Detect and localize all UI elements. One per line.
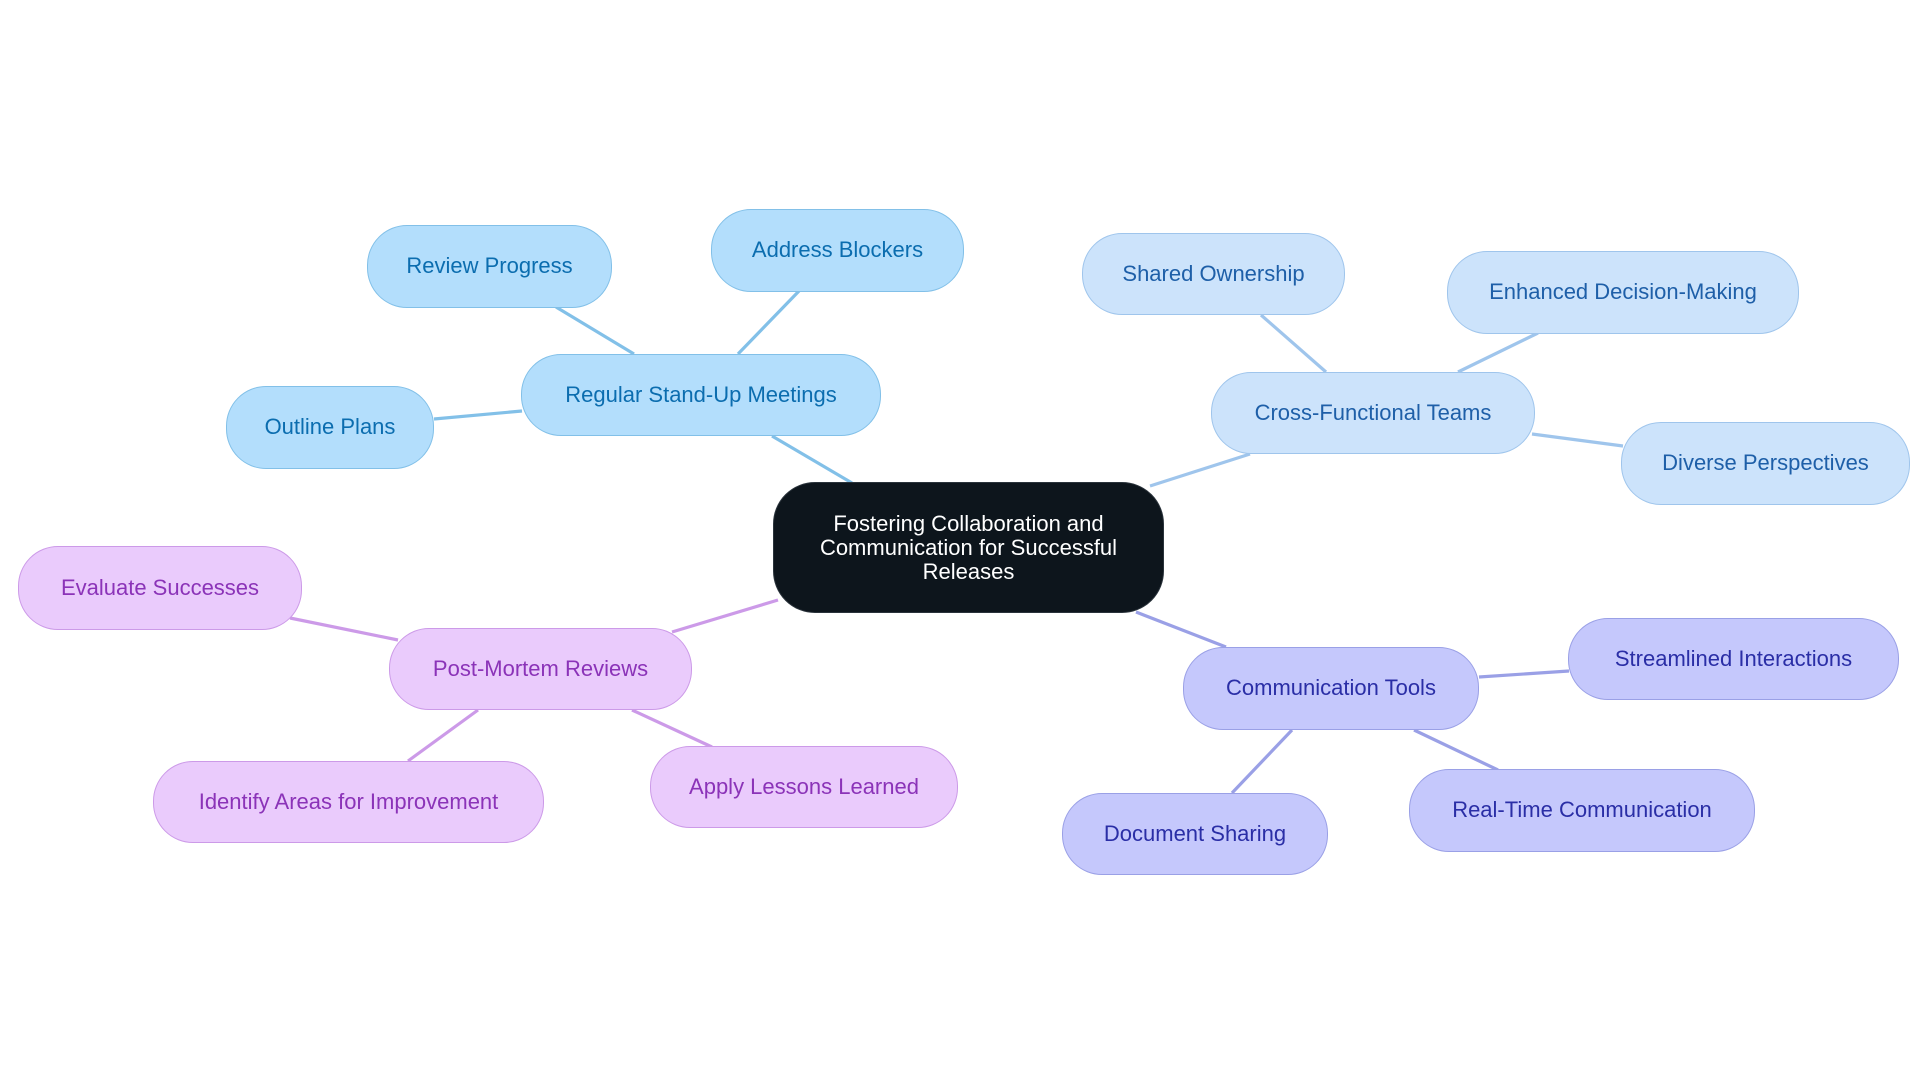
leaf-node-enhanced-decision-making[interactable]: Enhanced Decision-Making [1447,251,1799,334]
branch-node-communication-tools[interactable]: Communication Tools [1183,647,1479,730]
leaf-node-diverse-perspectives[interactable]: Diverse Perspectives [1621,422,1910,505]
leaf-label: Document Sharing [1103,820,1287,846]
leaf-label: Review Progress [406,253,573,279]
branch-label: Communication Tools [1226,675,1436,701]
leaf-label: Evaluate Successes [60,574,260,600]
edge-post-identify-areas [407,708,479,763]
edge-post-evaluate-successes [289,616,399,642]
edge-comm-streamlined [1478,669,1570,679]
branch-label: Cross-Functional Teams [1254,399,1492,425]
leaf-node-streamlined-interactions[interactable]: Streamlined Interactions [1568,618,1899,700]
edge-comm-document-sharing [1230,728,1294,795]
branch-node-standup[interactable]: Regular Stand-Up Meetings [521,354,881,436]
edge-cross-diverse-perspectives [1531,432,1624,448]
leaf-node-shared-ownership[interactable]: Shared Ownership [1082,233,1345,315]
leaf-label: Address Blockers [751,237,924,263]
edge-standup-address-blockers [736,289,801,356]
leaf-label: Outline Plans [264,414,396,440]
edge-standup-outline-plans [433,409,523,421]
edge-cross-enhanced-decision [1457,331,1539,374]
leaf-label: Streamlined Interactions [1614,645,1853,671]
edge-cross-shared-ownership [1259,313,1328,374]
branch-node-post-mortem[interactable]: Post-Mortem Reviews [389,628,692,710]
leaf-label: Apply Lessons Learned [689,773,919,799]
leaf-node-outline-plans[interactable]: Outline Plans [226,386,434,469]
edge-root-post [671,598,779,634]
edge-comm-real-time [1413,728,1499,772]
leaf-label: Diverse Perspectives [1662,450,1869,476]
branch-label: Post-Mortem Reviews [432,655,649,681]
leaf-node-apply-lessons[interactable]: Apply Lessons Learned [650,746,958,828]
leaf-label: Enhanced Decision-Making [1489,279,1757,305]
leaf-node-identify-areas[interactable]: Identify Areas for Improvement [153,761,544,843]
branch-node-cross-functional[interactable]: Cross-Functional Teams [1211,372,1535,454]
leaf-label: Identify Areas for Improvement [198,788,499,814]
leaf-label: Real-Time Communication [1452,797,1712,823]
leaf-node-real-time-communication[interactable]: Real-Time Communication [1409,769,1755,852]
edge-root-standup [771,434,853,485]
leaf-node-review-progress[interactable]: Review Progress [367,225,612,308]
edge-standup-review-progress [555,305,635,356]
edge-root-comm [1135,610,1227,649]
leaf-node-document-sharing[interactable]: Document Sharing [1062,793,1328,875]
edge-root-cross [1149,452,1251,488]
leaf-label: Shared Ownership [1122,260,1305,286]
branch-label: Regular Stand-Up Meetings [565,381,837,407]
root-node[interactable]: Fostering Collaboration and Communicatio… [773,482,1164,613]
edge-post-apply-lessons [631,708,713,749]
root-node-label: Fostering Collaboration and Communicatio… [819,510,1118,584]
leaf-node-evaluate-successes[interactable]: Evaluate Successes [18,546,302,630]
leaf-node-address-blockers[interactable]: Address Blockers [711,209,964,292]
